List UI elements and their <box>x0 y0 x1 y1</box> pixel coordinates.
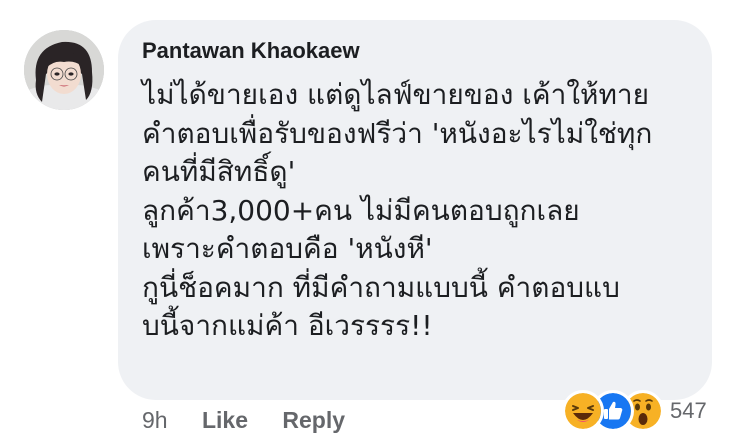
comment-line: กูนี่ช็อคมาก ที่มีคำถามแบบนี้ คำตอบแบ <box>142 270 620 304</box>
like-button[interactable]: Like <box>202 407 248 434</box>
comment-text: ไม่ได้ขายเอง แต่ดูไลฟ์ขายของ เค้าให้ทาย … <box>142 76 702 346</box>
avatar-image <box>24 30 104 110</box>
comment-timestamp[interactable]: 9h <box>142 407 168 434</box>
comment-line: คนที่มีสิทธิ์ดู' <box>142 155 296 188</box>
reply-button[interactable]: Reply <box>282 407 345 434</box>
comment-line: ลูกค้า3,000+คน ไม่มีคนตอบถูกเลย <box>142 193 580 227</box>
reactions-summary[interactable]: 547 <box>562 390 707 432</box>
comment-author[interactable]: Pantawan Khaokaew <box>142 38 360 64</box>
comment-line: คำตอบเพื่อรับของฟรีว่า 'หนังอะไรไม่ใช่ทุ… <box>142 116 653 150</box>
comment: Pantawan Khaokaew ไม่ได้ขายเอง แต่ดูไลฟ์… <box>0 0 749 446</box>
haha-reaction-icon <box>562 390 604 432</box>
comment-footer: 9h Like Reply <box>142 407 345 434</box>
comment-line: บนี้จากแม่ค้า อีเวรรรร!! <box>142 309 433 342</box>
comment-line: ไม่ได้ขายเอง แต่ดูไลฟ์ขายของ เค้าให้ทาย <box>142 78 650 111</box>
avatar[interactable] <box>24 30 104 110</box>
comment-line: เพราะคำตอบคือ 'หนังหี' <box>142 232 433 265</box>
reaction-count: 547 <box>670 398 707 423</box>
